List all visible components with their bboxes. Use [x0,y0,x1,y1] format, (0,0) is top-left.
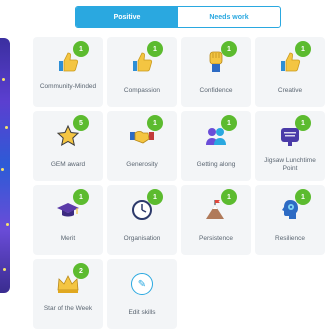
skill-label: Merit [60,235,76,242]
skill-count-badge: 1 [147,41,163,57]
skill-tile-star-of-the-week[interactable]: 2 Star of the Week [33,259,103,329]
positive-needs-work-toggle: Positive Needs work [75,6,281,28]
skill-label: Getting along [196,161,236,168]
tab-positive[interactable]: Positive [76,7,178,27]
skill-label: Jigsaw Lunchtime Point [264,157,316,172]
background-art [0,38,10,293]
skill-count-badge: 1 [221,41,237,57]
skill-label: Community-Minded [39,83,97,90]
tab-needs-work[interactable]: Needs work [178,7,280,27]
skill-count-badge: 1 [295,115,311,131]
edit-skills-label: Edit skills [128,309,156,316]
skill-count-badge: 1 [73,41,89,57]
skill-tile-resilience[interactable]: 1 Resilience [255,185,325,255]
skill-tile-merit[interactable]: 1 Merit [33,185,103,255]
skill-tile-generosity[interactable]: 1 Generosity [107,111,177,181]
skill-label: Generosity [126,161,158,168]
skill-count-badge: 1 [295,189,311,205]
skill-label: GEM award [50,161,86,168]
skills-grid: 1 Community-Minded 1 Compassion 1 Confid… [33,37,325,329]
skill-tile-community-minded[interactable]: 1 Community-Minded [33,37,103,107]
skill-label: Confidence [199,87,233,94]
skill-tile-persistence[interactable]: 1 Persistence [181,185,251,255]
skill-count-badge: 1 [147,115,163,131]
skill-label: Organisation [123,235,161,242]
skill-tile-confidence[interactable]: 1 Confidence [181,37,251,107]
skill-count-badge: 1 [221,189,237,205]
skill-count-badge: 1 [73,189,89,205]
skill-label: Persistence [199,235,233,242]
skill-tile-compassion[interactable]: 1 Compassion [107,37,177,107]
skill-count-badge: 5 [73,115,89,131]
skill-count-badge: 1 [295,41,311,57]
skill-label: Creative [277,87,303,94]
skill-tile-jigsaw-lunchtime-point[interactable]: 1 Jigsaw Lunchtime Point [255,111,325,181]
skill-tile-creative[interactable]: 1 Creative [255,37,325,107]
skill-label: Resilience [275,235,305,242]
skill-count-badge: 2 [73,263,89,279]
skill-tile-gem-award[interactable]: 5 GEM award [33,111,103,181]
skill-tile-getting-along[interactable]: 1 Getting along [181,111,251,181]
skill-label: Compassion [123,87,161,94]
skill-label: Star of the Week [43,305,93,312]
pencil-icon: ✎ [129,272,155,296]
skill-count-badge: 1 [147,189,163,205]
skill-tile-organisation[interactable]: 1 Organisation [107,185,177,255]
edit-skills-button[interactable]: ✎ Edit skills [107,259,177,329]
skill-count-badge: 1 [221,115,237,131]
